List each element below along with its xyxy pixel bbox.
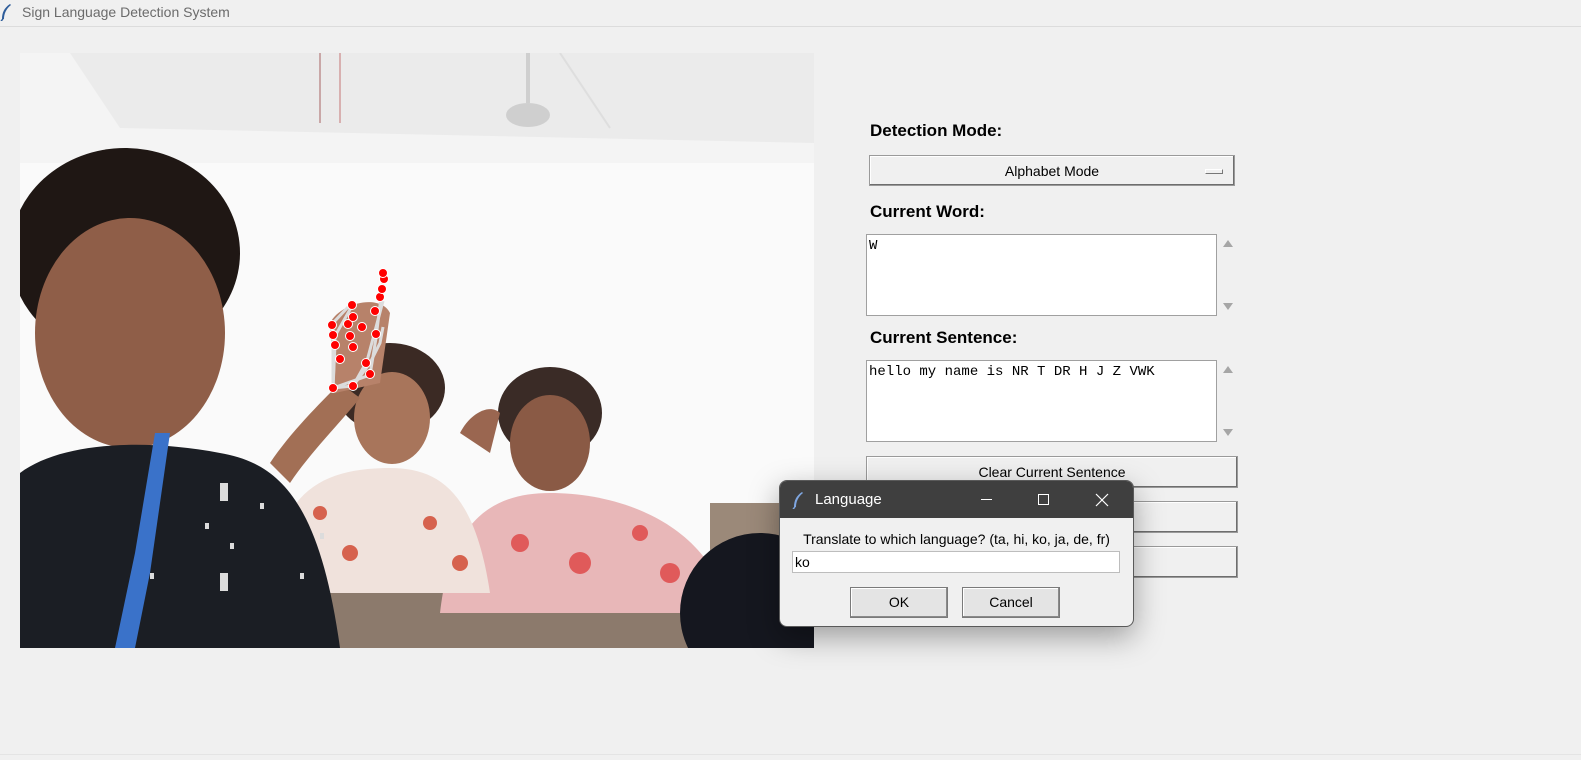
dialog-titlebar[interactable]: Language (780, 481, 1133, 518)
cancel-button[interactable]: Cancel (962, 587, 1060, 618)
feather-icon (0, 4, 11, 21)
scroll-up-icon[interactable] (1223, 240, 1233, 247)
current-sentence-textbox[interactable]: hello my name is NR T DR H J Z VWK (866, 360, 1217, 442)
scroll-up-icon[interactable] (1223, 366, 1233, 373)
current-word-label: Current Word: (870, 202, 985, 221)
minimize-icon[interactable] (963, 481, 1009, 518)
ok-button[interactable]: OK (850, 587, 948, 618)
dropdown-indicator-icon (1205, 169, 1223, 174)
detection-mode-label: Detection Mode: (870, 121, 1003, 140)
dialog-prompt: Translate to which language? (ta, hi, ko… (803, 531, 1110, 547)
current-sentence-label: Current Sentence: (870, 328, 1018, 347)
camera-feed (20, 53, 814, 648)
window-title: Sign Language Detection System (22, 4, 230, 20)
scroll-down-icon[interactable] (1223, 429, 1233, 436)
app-titlebar: Sign Language Detection System (0, 0, 1581, 27)
detection-mode-dropdown[interactable]: Alphabet Mode (869, 155, 1235, 186)
current-word-textbox[interactable]: W (866, 234, 1217, 316)
window-bottom-border (0, 754, 1581, 755)
language-dialog: Language Translate to which language? (t… (779, 480, 1134, 627)
language-input[interactable] (792, 551, 1120, 573)
maximize-icon[interactable] (1020, 481, 1066, 518)
feather-icon (792, 492, 803, 509)
camera-image (20, 53, 814, 648)
current-word-scrollbar[interactable] (1218, 234, 1238, 316)
scroll-down-icon[interactable] (1223, 303, 1233, 310)
dialog-title: Language (815, 491, 882, 508)
current-sentence-scrollbar[interactable] (1218, 360, 1238, 442)
detection-mode-value: Alphabet Mode (1004, 163, 1100, 179)
close-icon[interactable] (1079, 481, 1125, 518)
